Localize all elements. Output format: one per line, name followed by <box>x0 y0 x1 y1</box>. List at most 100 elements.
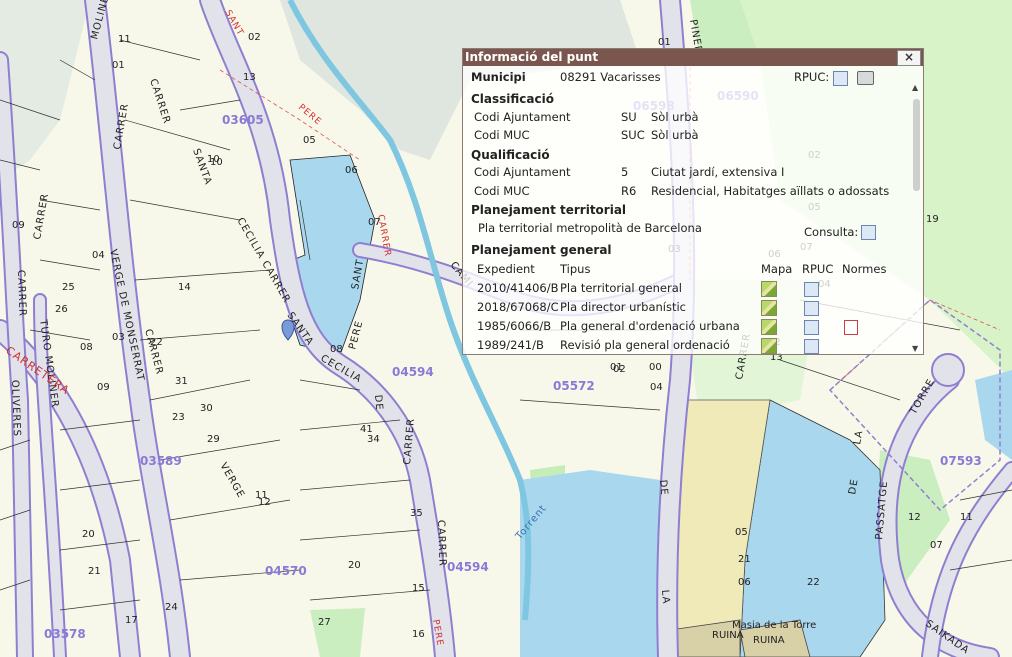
parcel-number: 25 <box>62 282 75 293</box>
section-title: Planejament general <box>471 243 612 257</box>
tipus-cell: Pla territorial general <box>560 281 682 295</box>
street-label: CARRER <box>15 270 28 317</box>
parcel-number: 27 <box>318 617 331 628</box>
parcel-number: 10 <box>207 154 220 165</box>
map-icon[interactable] <box>761 338 777 354</box>
row-code: 5 <box>621 165 629 179</box>
row-code: SUC <box>621 128 645 142</box>
row-label: Codi MUC <box>474 128 530 142</box>
territorial-plan: Pla territorial metropolità de Barcelona <box>478 221 702 235</box>
column-header: Mapa <box>761 262 793 276</box>
parcel-number: 08 <box>330 344 343 355</box>
expedient-cell: 2010/41406/B <box>477 281 559 295</box>
parcel-number: 11 <box>255 490 268 501</box>
row-desc: Residencial, Habitatges aïllats o adossa… <box>651 184 890 198</box>
rpuc-label: RPUC: <box>794 70 830 84</box>
map-icon[interactable] <box>761 300 777 316</box>
parcel-number: 19 <box>926 214 939 225</box>
tipus-cell: Pla general d'ordenació urbana <box>560 319 740 333</box>
sector-label: 03605 <box>222 113 264 127</box>
parcel-number: 12 <box>908 512 921 523</box>
parcel-number: 20 <box>348 560 361 571</box>
consulta-label: Consulta: <box>804 225 859 239</box>
row-desc: Sòl urbà <box>651 128 699 142</box>
point-info-popup: Informació del punt × Municipi 08291 Vac… <box>462 48 924 355</box>
municipi-label: Municipi <box>471 70 526 84</box>
map-icon[interactable] <box>761 319 777 335</box>
row-code: SU <box>621 110 637 124</box>
popup-body: Municipi 08291 Vacarisses RPUC: Classifi… <box>463 67 909 354</box>
map-icon[interactable] <box>761 281 777 297</box>
parcel-number: 11 <box>960 512 973 523</box>
parcel-number: 05 <box>735 527 748 538</box>
table-row: 2010/41406/B Pla territorial general <box>463 279 909 297</box>
document-icon[interactable] <box>804 339 819 354</box>
tipus-cell: Revisió pla general ordenació <box>560 338 730 352</box>
section-title: Qualificació <box>471 148 550 162</box>
parcel-number: 26 <box>55 304 68 315</box>
parcel-number: 21 <box>88 566 101 577</box>
row-desc: Sòl urbà <box>651 110 699 124</box>
parcel-number: 05 <box>303 135 316 146</box>
parcel-number: 11 <box>118 34 131 45</box>
parcel-number: 15 <box>412 583 425 594</box>
sector-label: 07593 <box>940 454 982 468</box>
parcel-number: 01 <box>658 37 671 48</box>
document-icon[interactable] <box>804 282 819 297</box>
popup-title: Informació del punt <box>465 50 599 64</box>
expedient-cell: 1989/241/B <box>477 338 544 352</box>
pdf-icon[interactable] <box>844 320 858 335</box>
street-label: LA <box>659 589 671 605</box>
place-label: RUINA <box>753 635 785 646</box>
parcel-number: 07 <box>368 217 381 228</box>
parcel-number: 23 <box>172 412 185 423</box>
table-row: 2018/67068/C Pla director urbanístic <box>463 298 909 316</box>
popup-scrollbar[interactable]: ▲ ▼ <box>911 83 922 353</box>
parcel-number: 07 <box>930 540 943 551</box>
parcel-number: 30 <box>200 403 213 414</box>
tipus-cell: Pla director urbanístic <box>560 300 686 314</box>
place-label: RUINA <box>712 630 744 641</box>
parcel-number: 06 <box>345 165 358 176</box>
column-header: RPUC <box>802 262 834 276</box>
street-label: DE <box>657 479 669 496</box>
parcel-number: 35 <box>410 508 423 519</box>
parcel-number: 06 <box>738 577 751 588</box>
parcel-number: 01 <box>112 60 125 71</box>
sector-label: 04594 <box>392 365 434 379</box>
parcel-number: 03 <box>112 332 125 343</box>
document-icon[interactable] <box>804 320 819 335</box>
document-icon[interactable] <box>804 301 819 316</box>
column-header: Normes <box>842 262 887 276</box>
section-title: Planejament territorial <box>471 203 627 217</box>
close-button[interactable]: × <box>897 50 921 66</box>
parcel-number: 09 <box>97 382 110 393</box>
parcel-number: 22 <box>150 337 163 348</box>
parcel-number: 34 <box>367 434 380 445</box>
scroll-thumb[interactable] <box>913 99 920 191</box>
row-desc: Ciutat jardí, extensiva I <box>651 165 785 179</box>
sector-label: 03589 <box>140 454 182 468</box>
rpuc-document-icon[interactable] <box>833 71 848 86</box>
parcel-number: 09 <box>12 220 25 231</box>
expedient-cell: 1985/6066/B <box>477 319 552 333</box>
table-row: 1989/241/B Revisió pla general ordenació <box>463 336 909 354</box>
print-icon[interactable] <box>857 71 874 85</box>
scroll-down-arrow-icon[interactable]: ▼ <box>912 344 918 353</box>
parcel-number: 04 <box>650 382 663 393</box>
parcel-number: 21 <box>738 554 751 565</box>
parcel-number: 02 <box>248 32 261 43</box>
parcel-number: 01 <box>610 362 623 373</box>
row-label: Codi Ajuntament <box>474 165 571 179</box>
parcel-number: 20 <box>82 529 95 540</box>
popup-header[interactable]: Informació del punt × <box>463 49 923 66</box>
row-code: R6 <box>621 184 637 198</box>
row-label: Codi MUC <box>474 184 530 198</box>
column-header: Tipus <box>560 262 591 276</box>
street-label: OLIVERES <box>9 380 22 438</box>
consulta-document-icon[interactable] <box>861 225 876 240</box>
parcel-number: 08 <box>80 342 93 353</box>
parcel-number: 00 <box>649 362 662 373</box>
scroll-up-arrow-icon[interactable]: ▲ <box>912 83 918 92</box>
municipi-value: 08291 Vacarisses <box>560 70 661 84</box>
